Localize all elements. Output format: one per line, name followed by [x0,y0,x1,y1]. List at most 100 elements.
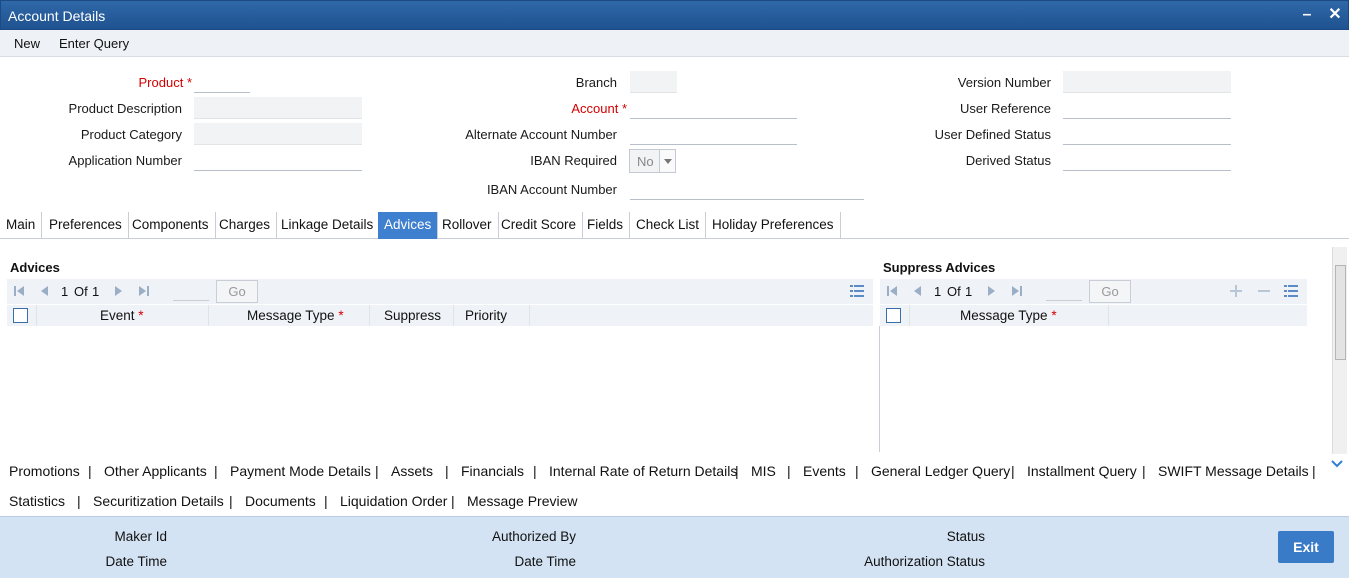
application-number-field[interactable] [194,149,362,171]
link-message-preview[interactable]: Message Preview [467,493,578,509]
minimize-icon[interactable]: – [1297,5,1317,25]
suppress-go-button[interactable]: Go [1089,280,1131,303]
link-promotions[interactable]: Promotions [9,463,80,479]
delete-row-icon[interactable] [1258,285,1270,297]
product-label: Product * [138,75,193,90]
maker-date-time-label: Date Time [105,554,167,569]
window-titlebar: Account Details – ✕ [0,0,1349,30]
iban-required-select[interactable]: No [629,149,676,173]
first-page-icon[interactable] [13,285,25,297]
product-category-label: Product Category [80,127,182,142]
list-view-icon[interactable] [850,284,864,298]
audit-footer: Maker Id Date Time Authorized By Date Ti… [0,516,1349,578]
link-assets[interactable]: Assets [391,463,433,479]
suppress-page-current: 1 [934,284,942,299]
list-view-icon[interactable] [1284,284,1298,298]
suppress-advices-grid-header: Message Type * [880,305,1307,326]
column-suppress: Suppress [384,308,442,323]
previous-page-icon[interactable] [911,285,923,297]
tab-components[interactable]: Components [126,212,216,239]
link-installment-query[interactable]: Installment Query [1027,463,1137,479]
tab-holiday-preferences[interactable]: Holiday Preferences [706,212,841,239]
first-page-icon[interactable] [886,285,898,297]
iban-required-label: IBAN Required [530,153,617,168]
user-defined-status-label: User Defined Status [934,127,1051,142]
vertical-scrollbar[interactable] [1332,247,1347,454]
derived-status-label: Derived Status [965,153,1051,168]
tab-fields[interactable]: Fields [581,212,631,239]
advices-grid-header: Event * Message Type * Suppress Priority [7,305,873,326]
next-page-icon[interactable] [986,285,998,297]
advices-pagination: 1 Of 1 Go [7,279,873,304]
derived-status-field[interactable] [1063,149,1231,171]
tab-main[interactable]: Main [0,212,43,239]
version-number-label: Version Number [957,75,1051,90]
chevron-down-icon[interactable] [659,150,675,172]
scrollbar-thumb[interactable] [1335,265,1346,360]
user-reference-field[interactable] [1063,97,1231,119]
advices-page-input[interactable] [173,281,209,301]
window-title: Account Details [8,8,106,24]
advices-grid-body [7,326,873,452]
menu-enter-query[interactable]: Enter Query [59,36,129,51]
suppress-select-all-checkbox[interactable] [886,308,901,323]
last-page-icon[interactable] [138,285,150,297]
chevron-down-icon[interactable] [1331,459,1343,469]
next-page-icon[interactable] [113,285,125,297]
user-defined-status-field[interactable] [1063,123,1231,145]
version-number-field[interactable] [1063,71,1231,93]
maker-id-label: Maker Id [114,529,167,544]
iban-required-value: No [637,154,654,169]
advices-go-button[interactable]: Go [216,280,258,303]
status-label: Status [946,529,985,544]
suppress-page-input[interactable] [1046,281,1082,301]
link-events[interactable]: Events [803,463,846,479]
suppress-advices-grid-body [881,326,1307,452]
product-field[interactable] [194,71,250,93]
link-payment-mode-details[interactable]: Payment Mode Details [230,463,371,479]
close-icon[interactable]: ✕ [1325,5,1345,25]
link-securitization-details[interactable]: Securitization Details [93,493,224,509]
link-mis[interactable]: MIS [751,463,776,479]
tab-linkage-details[interactable]: Linkage Details [275,212,381,239]
menu-bar: New Enter Query [0,30,1349,57]
link-swift-message-details[interactable]: SWIFT Message Details [1158,463,1309,479]
branch-label: Branch [575,75,617,90]
product-description-field[interactable] [194,97,362,119]
link-documents[interactable]: Documents [245,493,316,509]
tab-preferences[interactable]: Preferences [43,212,129,239]
branch-field[interactable] [630,71,677,93]
suppress-advices-title: Suppress Advices [883,260,996,275]
link-other-applicants[interactable]: Other Applicants [104,463,207,479]
link-general-ledger-query[interactable]: General Ledger Query [871,463,1010,479]
last-page-icon[interactable] [1011,285,1023,297]
link-internal-rate-of-return-details[interactable]: Internal Rate of Return Details [549,463,737,479]
advices-page-current: 1 [61,284,69,299]
application-number-label: Application Number [68,153,182,168]
checker-date-time-label: Date Time [514,554,576,569]
tab-charges[interactable]: Charges [213,212,278,239]
authorized-by-label: Authorized By [491,529,576,544]
iban-account-number-field[interactable] [630,178,864,200]
column-event: Event * [100,308,144,323]
add-row-icon[interactable] [1230,285,1242,297]
alternate-account-number-field[interactable] [630,123,797,145]
advices-select-all-checkbox[interactable] [13,308,28,323]
exit-button[interactable]: Exit [1278,531,1334,563]
tab-advices[interactable]: Advices [378,212,439,239]
tab-credit-score[interactable]: Credit Score [495,212,584,239]
link-statistics[interactable]: Statistics [9,493,65,509]
menu-new[interactable]: New [14,36,40,51]
tab-check-list[interactable]: Check List [630,212,707,239]
tab-rollover[interactable]: Rollover [436,212,499,239]
section-divider [879,326,880,452]
product-category-field[interactable] [194,123,362,145]
account-field[interactable] [630,97,797,119]
link-financials[interactable]: Financials [461,463,524,479]
product-description-label: Product Description [68,101,182,116]
suppress-advices-pagination: 1 Of 1 Go [880,279,1307,304]
previous-page-icon[interactable] [38,285,50,297]
subsystem-links-row-1: Promotions | Other Applicants | Payment … [0,455,1349,485]
column-message-type: Message Type * [247,308,344,323]
link-liquidation-order[interactable]: Liquidation Order [340,493,447,509]
